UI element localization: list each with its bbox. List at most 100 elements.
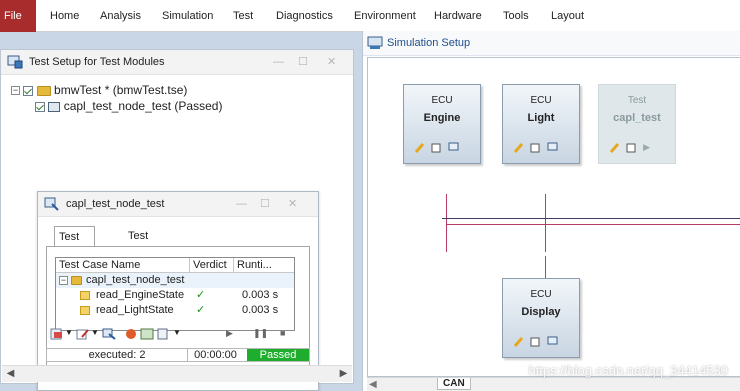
test-case-icon: [80, 288, 90, 303]
pencil-icon[interactable]: [609, 142, 620, 153]
test-module-window: capl_test_node_test — ☐ ✕ Test Cases Tes…: [37, 191, 319, 391]
executed-count: executed: 2: [88, 349, 146, 361]
test-setup-titlebar[interactable]: Test Setup for Test Modules — ☐ ✕: [1, 50, 353, 75]
node-pc-icon[interactable]: [448, 142, 459, 153]
play-icon[interactable]: ▶: [226, 328, 240, 340]
tab-test-observer[interactable]: Test Observer: [124, 226, 177, 262]
ribbon-tab-hardware[interactable]: Hardware: [434, 0, 482, 32]
test-module-title: capl_test_node_test: [66, 198, 165, 210]
node-name-label: Engine: [423, 112, 461, 124]
tree-root-row[interactable]: − bmwTest * (bmwTest.tse): [11, 82, 187, 98]
table-row[interactable]: read_LightState ✓ 0.003 s: [56, 303, 294, 318]
ribbon-tab-file[interactable]: File: [0, 0, 36, 32]
test-case-name: read_LightState: [96, 304, 174, 316]
test-case-grid: Test Case Name Verdict Runti... − capl_t…: [55, 257, 295, 331]
test-module-titlebar[interactable]: capl_test_node_test — ☐ ✕: [38, 192, 318, 217]
node-pc-icon[interactable]: [547, 142, 558, 153]
test-node-capl-test[interactable]: Test capl_test ▶: [598, 84, 676, 164]
minimize-icon[interactable]: —: [273, 50, 284, 75]
save-icon[interactable]: [156, 328, 170, 340]
ribbon-tab-simulation[interactable]: Simulation: [162, 0, 213, 32]
config-icon[interactable]: [530, 142, 541, 153]
config-icon[interactable]: [626, 142, 637, 153]
test-node-icon: [48, 101, 61, 112]
simulation-setup-titlebar[interactable]: Simulation Setup: [363, 31, 740, 56]
pencil-icon[interactable]: [513, 142, 524, 153]
node-name-label: capl_test: [613, 112, 661, 124]
grid-header: Test Case Name Verdict Runti...: [56, 258, 294, 273]
stop-test-icon[interactable]: [124, 328, 138, 340]
node-kind-label: ECU: [431, 95, 453, 106]
bus-tab-can[interactable]: CAN: [437, 378, 471, 390]
ecu-node-light[interactable]: ECU Light: [502, 84, 580, 164]
test-module-toolbar: ▼ ▼ ▼ ▶ ❚❚ ■: [46, 326, 310, 344]
group-collapse-icon[interactable]: −: [59, 273, 68, 288]
ribbon-tab-environment[interactable]: Environment: [354, 0, 416, 32]
config-icon[interactable]: [431, 142, 442, 153]
minimize-icon[interactable]: —: [236, 192, 247, 217]
test-group-label: capl_test_node_test: [86, 274, 185, 286]
simulation-setup-icon: [367, 36, 383, 49]
node-wire: [545, 194, 546, 252]
can-bus-line: [442, 218, 740, 219]
tree-child-checkbox[interactable]: [35, 101, 45, 112]
scroll-right-icon[interactable]: ▶: [335, 366, 352, 382]
folder-icon: [36, 85, 51, 96]
test-config-icon[interactable]: [140, 328, 154, 340]
edit-icon[interactable]: [76, 328, 90, 340]
can-bus-line: [446, 224, 740, 225]
node-kind-label: Test: [627, 95, 647, 106]
column-header-runtime[interactable]: Runti...: [234, 258, 294, 273]
scroll-left-icon[interactable]: ◀: [369, 379, 377, 390]
status-badge: Passed: [247, 349, 309, 361]
test-group-icon: [71, 273, 82, 288]
config-icon[interactable]: [530, 336, 541, 347]
ribbon-tab-home[interactable]: Home: [50, 0, 79, 32]
pencil-icon[interactable]: [414, 142, 425, 153]
stop-icon[interactable]: ■: [280, 328, 294, 340]
test-tool-icon[interactable]: [102, 328, 116, 340]
tree-root-checkbox[interactable]: [23, 85, 34, 96]
tree-child-row[interactable]: capl_test_node_test (Passed): [35, 98, 222, 114]
maximize-icon[interactable]: ☐: [260, 192, 270, 217]
node-wire: [446, 194, 447, 252]
watermark-text: https://blog.csdn.net/qq_34414530: [528, 363, 729, 378]
node-kind-label: ECU: [530, 95, 552, 106]
scroll-left-icon[interactable]: ◀: [2, 366, 19, 382]
ribbon-tab-diagnostics[interactable]: Diagnostics: [276, 0, 333, 32]
ecu-node-engine[interactable]: ECU Engine: [403, 84, 481, 164]
node-pc-icon[interactable]: [547, 336, 558, 347]
bus-tab-strip: ◀ CAN: [367, 377, 740, 391]
table-row[interactable]: read_EngineState ✓ 0.003 s: [56, 288, 294, 303]
pencil-icon[interactable]: [513, 336, 524, 347]
report-icon[interactable]: [50, 328, 64, 340]
maximize-icon[interactable]: ☐: [298, 50, 308, 75]
pause-icon[interactable]: ❚❚: [253, 328, 268, 340]
collapse-icon[interactable]: −: [11, 86, 20, 96]
node-name-label: Light: [527, 112, 555, 124]
test-setup-icon: [7, 55, 23, 69]
test-case-name: read_EngineState: [96, 289, 185, 301]
test-module-icon: [44, 197, 59, 211]
test-setup-window: Test Setup for Test Modules — ☐ ✕ − bmwT…: [0, 49, 354, 391]
ribbon-tab-bar: File Home Analysis Simulation Test Diagn…: [0, 0, 740, 32]
close-icon[interactable]: ✕: [327, 50, 336, 75]
test-group-row[interactable]: − capl_test_node_test: [56, 273, 294, 288]
ribbon-tab-analysis[interactable]: Analysis: [100, 0, 141, 32]
simulation-canvas[interactable]: ECU Engine ECU Light Test capl_test ▶ EC…: [367, 57, 740, 377]
simulation-setup-window: Simulation Setup ECU Engine ECU Light Te…: [362, 31, 740, 391]
horizontal-scrollbar[interactable]: ◀ ▶: [2, 365, 352, 382]
dropdown-arrow-icon[interactable]: ▼: [173, 328, 187, 340]
tab-test-cases[interactable]: Test Cases: [54, 226, 96, 263]
play-icon[interactable]: ▶: [643, 142, 654, 153]
column-header-name[interactable]: Test Case Name: [56, 258, 190, 273]
verdict-pass-icon: ✓: [196, 289, 206, 301]
ribbon-tab-tools[interactable]: Tools: [503, 0, 529, 32]
ribbon-tab-layout[interactable]: Layout: [551, 0, 584, 32]
ecu-node-display[interactable]: ECU Display: [502, 278, 580, 358]
ribbon-tab-test[interactable]: Test: [233, 0, 253, 32]
close-icon[interactable]: ✕: [288, 192, 297, 217]
column-header-verdict[interactable]: Verdict: [190, 258, 234, 273]
test-case-runtime: 0.003 s: [242, 304, 279, 316]
test-module-statusbar: executed: 2 00:00:00 Passed: [46, 348, 310, 362]
